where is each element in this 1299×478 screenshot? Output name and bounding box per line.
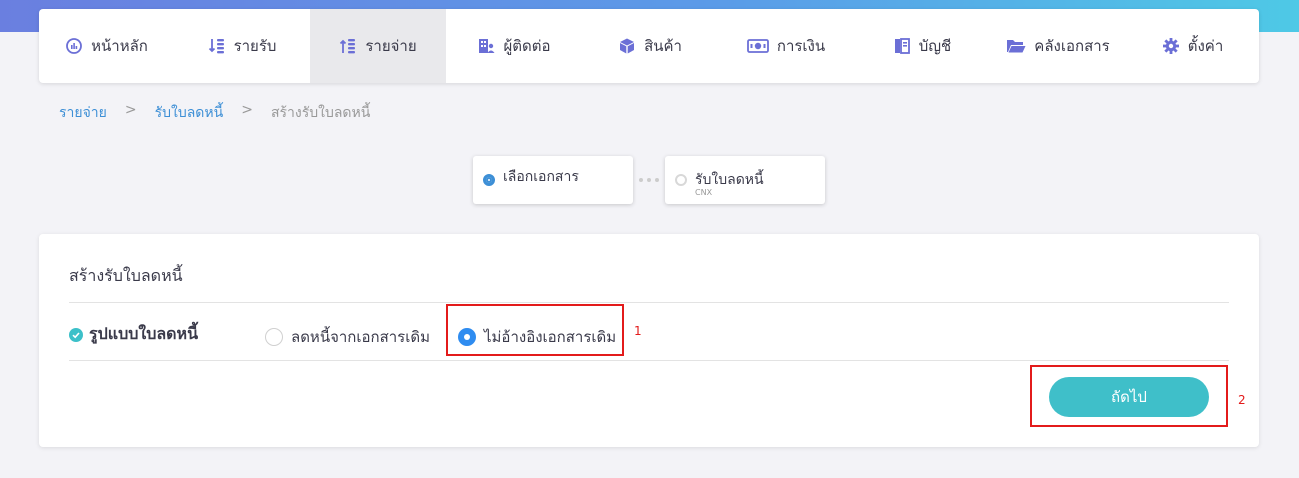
nav-item-label: รายจ่าย [365, 37, 417, 55]
radio-label: ลดหนี้จากเอกสารเดิม [291, 328, 430, 346]
main-navbar: หน้าหลัก รายรับ รายจ่าย ผู้ติดต่อ สินค้า… [39, 9, 1259, 83]
step-sublabel: CNX [695, 188, 713, 197]
breadcrumb-link-expense[interactable]: รายจ่าย [59, 102, 107, 124]
nav-item-label: ผู้ติดต่อ [503, 37, 551, 55]
breadcrumb-current: สร้างรับใบลดหนี้ [270, 105, 371, 121]
credit-note-type-label: รูปแบบใบลดหนี้ [69, 322, 198, 347]
contacts-icon [477, 37, 495, 55]
annotation-box-2 [1030, 365, 1228, 427]
radio-option-from-existing-doc[interactable]: ลดหนี้จากเอกสารเดิม [265, 325, 430, 349]
annotation-box-1 [446, 304, 624, 356]
breadcrumb-separator: > [241, 102, 253, 118]
nav-item-settings[interactable]: ตั้งค่า [1126, 9, 1259, 83]
folder-icon [1006, 37, 1026, 55]
nav-item-finance[interactable]: การเงิน [718, 9, 854, 83]
nav-item-products[interactable]: สินค้า [582, 9, 718, 83]
step-label: เลือกเอกสาร [503, 169, 579, 185]
nav-item-label: รายรับ [233, 37, 277, 55]
money-icon [746, 37, 769, 55]
gear-icon [1162, 37, 1180, 55]
product-box-icon [618, 37, 636, 55]
nav-item-label: หน้าหลัก [91, 37, 148, 55]
divider [69, 302, 1229, 303]
annotation-number-2: 2 [1238, 393, 1246, 407]
nav-item-accounting[interactable]: บัญชี [854, 9, 990, 83]
breadcrumb-link-credit-note[interactable]: รับใบลดหนี้ [155, 102, 224, 124]
divider [69, 360, 1229, 361]
nav-item-expense[interactable]: รายจ่าย [310, 9, 446, 83]
nav-item-label: การเงิน [776, 37, 826, 55]
step-credit-note[interactable]: รับใบลดหนี้ CNX [665, 156, 825, 204]
form-title: สร้างรับใบลดหนี้ [69, 266, 183, 285]
nav-item-label: บัญชี [918, 37, 952, 55]
step-connector [639, 178, 659, 182]
nav-item-home[interactable]: หน้าหลัก [39, 9, 174, 83]
income-icon [208, 37, 226, 55]
breadcrumb-separator: > [124, 102, 137, 118]
nav-item-contacts[interactable]: ผู้ติดต่อ [446, 9, 582, 83]
step-active-indicator [483, 174, 495, 186]
step-select-document[interactable]: เลือกเอกสาร [473, 156, 633, 204]
nav-item-label: ตั้งค่า [1187, 37, 1224, 55]
check-circle-icon [69, 327, 83, 342]
radio-unchecked[interactable] [265, 328, 283, 346]
ledger-icon [893, 37, 911, 55]
expense-icon [339, 37, 357, 55]
field-label: รูปแบบใบลดหนี้ [89, 324, 199, 343]
annotation-number-1: 1 [634, 324, 642, 338]
dashboard-icon [65, 37, 83, 55]
step-label: รับใบลดหนี้ [695, 172, 764, 188]
nav-item-documents[interactable]: คลังเอกสาร [990, 9, 1126, 83]
breadcrumb: รายจ่าย > รับใบลดหนี้ > สร้างรับใบลดหนี้ [59, 102, 370, 124]
nav-item-income[interactable]: รายรับ [174, 9, 310, 83]
nav-item-label: สินค้า [644, 37, 682, 55]
nav-item-label: คลังเอกสาร [1034, 37, 1110, 55]
step-inactive-indicator [675, 174, 687, 186]
